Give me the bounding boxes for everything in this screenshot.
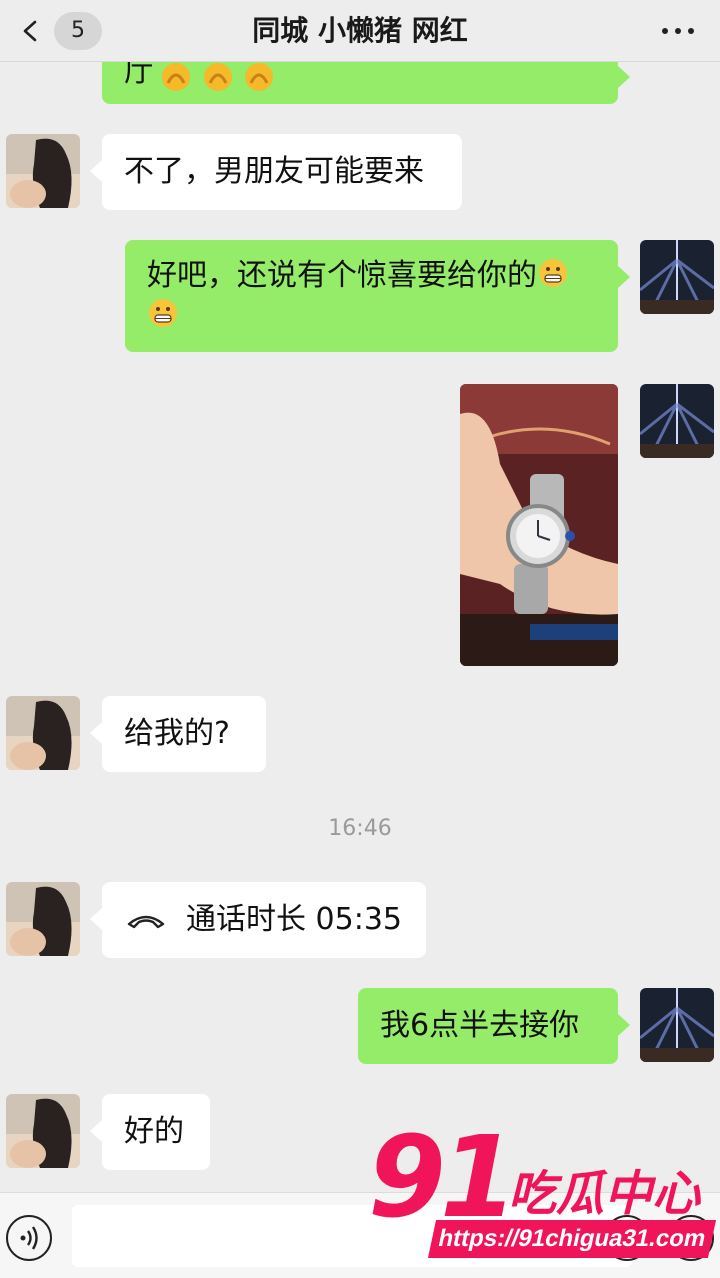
grimacing-face-emoji-icon (539, 259, 567, 287)
call-record-message[interactable]: 通话时长 05:35 (90, 882, 426, 958)
watermark-url: https://91chigua31.com (427, 1220, 717, 1258)
message-timestamp: 16:46 (328, 816, 392, 841)
self-avatar[interactable] (640, 240, 714, 314)
thumbs-up-emoji-icon (162, 63, 190, 91)
incoming-message[interactable]: 给我的? (90, 696, 266, 772)
voice-button[interactable] (6, 1215, 52, 1261)
message-text: 好的 (124, 1114, 184, 1149)
chat-header: 5 同城 小懒猪 网红 (0, 0, 720, 62)
message-text: 不了，男朋友可能要来 (124, 154, 424, 189)
chevron-left-icon (23, 20, 37, 42)
chat-title: 同城 小懒猪 网红 (252, 14, 468, 47)
self-avatar[interactable] (640, 988, 714, 1062)
incoming-message[interactable]: 好的 (90, 1094, 210, 1170)
contact-avatar[interactable] (6, 1094, 80, 1168)
outgoing-message[interactable]: 我6点半去接你 (358, 988, 630, 1064)
voice-icon (20, 1226, 38, 1250)
watermark-logo: 91 (368, 1113, 518, 1243)
unread-count-badge: 5 (54, 12, 102, 50)
phone-hangup-icon (127, 915, 165, 929)
thumbs-up-emoji-icon (203, 63, 232, 91)
contact-avatar[interactable] (6, 134, 80, 208)
call-duration-text: 通话时长 05:35 (186, 902, 402, 937)
incoming-message[interactable]: 不了，男朋友可能要来 (90, 134, 462, 210)
back-button[interactable]: 5 (14, 10, 104, 52)
contact-avatar[interactable] (6, 882, 80, 956)
message-text: 好吧，还说有个惊喜要给你的 (147, 258, 537, 293)
more-button[interactable] (658, 16, 698, 46)
contact-avatar[interactable] (6, 696, 80, 770)
message-text: 我6点半去接你 (380, 1008, 580, 1043)
self-avatar[interactable] (640, 384, 714, 458)
watch-photo[interactable] (460, 384, 618, 666)
watermark-name: 吃瓜中心 (508, 1166, 701, 1222)
message-text: 给我的? (124, 716, 230, 751)
thumbs-up-emoji-icon (245, 63, 274, 91)
more-dot (688, 28, 694, 34)
more-dot (675, 28, 681, 34)
grimacing-face-emoji-icon (149, 299, 177, 327)
outgoing-message[interactable]: 好吧，还说有个惊喜要给你的 (125, 240, 630, 352)
site-watermark: 91 吃瓜中心 https://91chigua31.com (368, 1120, 720, 1278)
more-dot (662, 28, 668, 34)
